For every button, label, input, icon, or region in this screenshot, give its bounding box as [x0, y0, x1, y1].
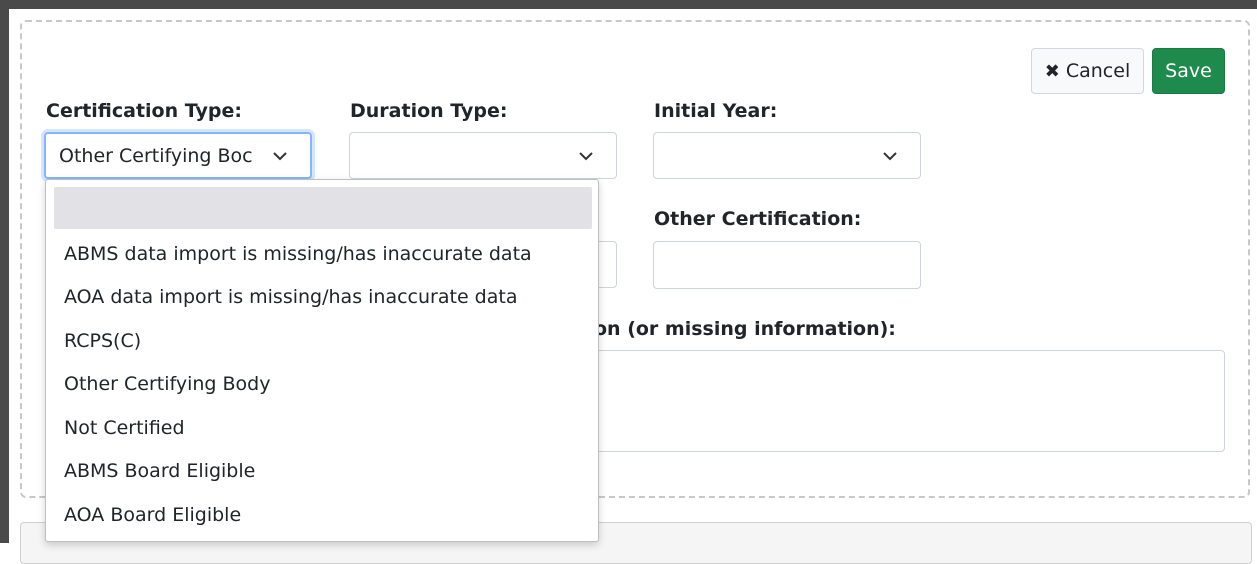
cancel-label: Cancel [1065, 60, 1131, 82]
cancel-button[interactable]: ✖ Cancel [1031, 48, 1144, 94]
initial-year-select[interactable] [653, 132, 921, 179]
dropdown-option[interactable]: Not Certified [64, 417, 185, 439]
window-frame-top [0, 0, 1257, 9]
dropdown-option[interactable]: ABMS data import is missing/has inaccura… [64, 243, 532, 265]
save-label: Save [1165, 60, 1212, 82]
other-certification-label: Other Certification: [654, 208, 862, 230]
explanation-label: on (or missing information): [594, 318, 896, 340]
chevron-down-icon [883, 151, 897, 160]
duration-type-label: Duration Type: [350, 100, 508, 122]
dropdown-option-blank[interactable] [54, 187, 592, 229]
other-certification-input[interactable] [653, 241, 921, 289]
duration-type-select[interactable] [349, 132, 617, 179]
chevron-down-icon [579, 151, 593, 160]
certification-type-dropdown: ABMS data import is missing/has inaccura… [45, 179, 599, 542]
times-icon: ✖ [1044, 60, 1060, 82]
window-frame-left [0, 0, 9, 543]
dropdown-option[interactable]: Other Certifying Body [64, 373, 270, 395]
certification-type-value: Other Certifying Boc [59, 144, 253, 167]
certification-type-label: Certification Type: [46, 100, 242, 122]
initial-year-label: Initial Year: [654, 100, 778, 122]
dropdown-option[interactable]: ABMS Board Eligible [64, 460, 255, 482]
dropdown-option[interactable]: AOA data import is missing/has inaccurat… [64, 286, 517, 308]
dropdown-option[interactable]: AOA Board Eligible [64, 504, 241, 526]
certification-type-select[interactable]: Other Certifying Boc [44, 132, 312, 179]
save-button[interactable]: Save [1152, 48, 1225, 94]
dropdown-option[interactable]: RCPS(C) [64, 330, 141, 352]
chevron-down-icon [273, 151, 287, 160]
